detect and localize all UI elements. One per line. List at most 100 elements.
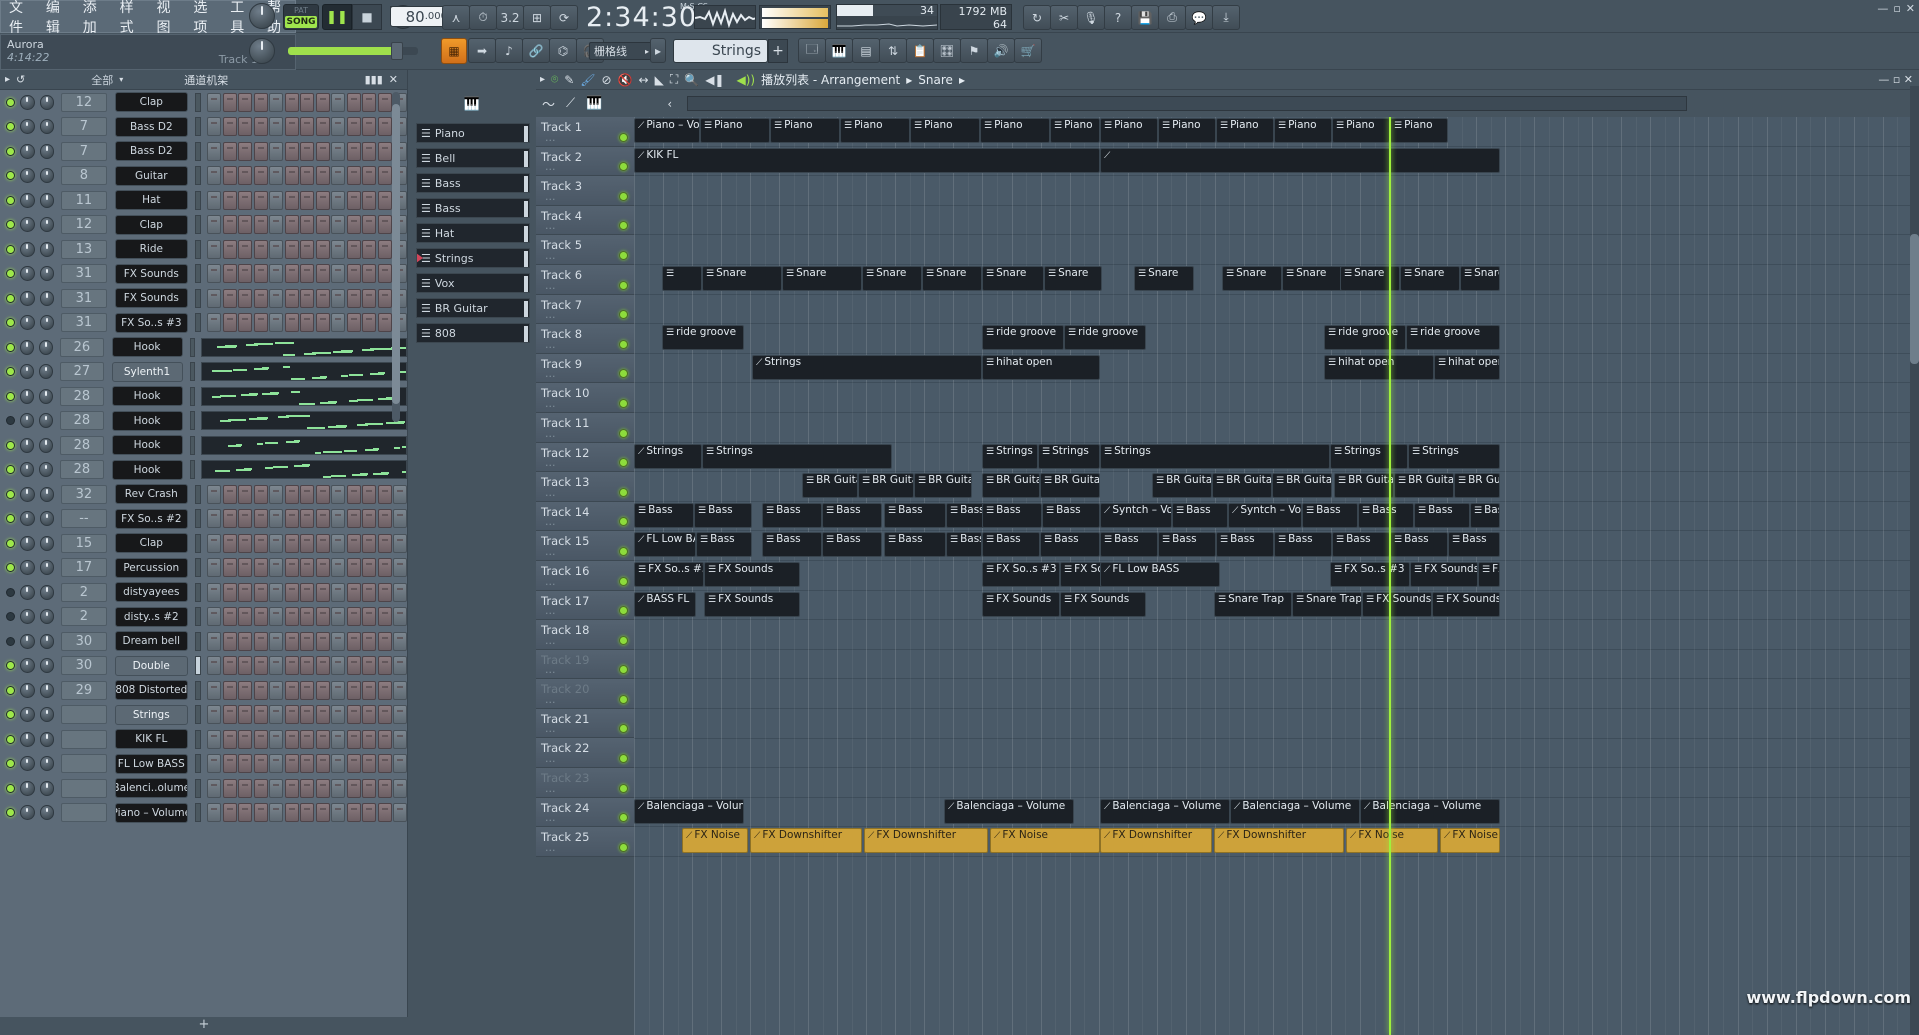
step-button[interactable] <box>377 215 392 235</box>
volume-knob[interactable] <box>39 731 55 747</box>
playlist-row[interactable] <box>634 739 1919 769</box>
playlist-clip[interactable]: ⟋ FL Low BASS <box>1100 562 1220 587</box>
step-button[interactable] <box>207 141 221 161</box>
playlist-track-header[interactable]: Track 8... <box>536 324 634 354</box>
channel-name-button[interactable]: Hook <box>111 337 183 358</box>
channel-led-icon[interactable] <box>6 367 15 377</box>
chevron-down-icon[interactable]: ▾ <box>119 75 123 84</box>
step-button[interactable] <box>222 533 237 553</box>
channel-row[interactable]: 28 Hook <box>0 433 407 458</box>
step-button[interactable] <box>393 631 407 651</box>
step-button[interactable] <box>393 754 407 774</box>
step-button[interactable] <box>315 190 330 210</box>
playlist-clip[interactable]: ☰Bass <box>1358 502 1414 528</box>
step-button[interactable] <box>362 313 376 333</box>
playlist-track-header[interactable]: Track 1... <box>536 117 634 147</box>
step-button[interactable] <box>346 166 361 186</box>
mixer-track-number[interactable]: 7 <box>61 141 107 161</box>
picker-item[interactable]: ☰ Bass <box>416 173 530 193</box>
playlist-row[interactable] <box>634 768 1919 798</box>
playlist-clip[interactable]: ☰Bass <box>884 502 946 528</box>
channel-name-button[interactable]: Piano – Volume <box>114 802 189 823</box>
step-button[interactable] <box>315 778 330 798</box>
playlist-clip[interactable]: ☰Bass <box>946 532 982 558</box>
track-enable-led-icon[interactable] <box>619 665 628 675</box>
step-button[interactable] <box>377 656 392 676</box>
step-sequencer[interactable] <box>207 484 407 504</box>
channel-row[interactable]: 30 Double <box>0 654 407 679</box>
close-rack-icon[interactable]: ✕ <box>389 73 398 86</box>
channel-row[interactable]: 12 Clap <box>0 213 407 238</box>
step-sequencer[interactable] <box>207 582 407 602</box>
step-button[interactable] <box>284 631 299 651</box>
step-button[interactable] <box>331 705 345 725</box>
playlist-clip[interactable]: ☰Snare <box>862 266 922 291</box>
mixer-track-number[interactable]: 8 <box>61 166 107 186</box>
channel-name-button[interactable]: Hook <box>111 386 183 407</box>
playlist-clip[interactable]: ⟋ FX Downshifter <box>750 828 862 854</box>
playlist-clip[interactable]: ⟋ <box>1100 147 1500 173</box>
playlist-track-header[interactable]: Track 20... <box>536 679 634 709</box>
playlist-track-headers[interactable]: Track 1... Track 2... Track 3... Track 4...… <box>536 117 634 1035</box>
step-button[interactable] <box>300 509 314 529</box>
playlist-clip[interactable]: ☰Bass <box>1172 502 1228 528</box>
filter-label[interactable]: 全部 <box>91 72 113 88</box>
channel-led-icon[interactable] <box>6 636 15 646</box>
step-button[interactable] <box>315 607 330 627</box>
channel-row[interactable]: 27 Sylenth1 <box>0 360 407 385</box>
step-button[interactable] <box>222 92 237 112</box>
volume-knob[interactable] <box>39 511 55 527</box>
step-button[interactable] <box>346 190 361 210</box>
playlist-clip[interactable]: ☰ Piano <box>770 118 840 143</box>
step-button[interactable] <box>253 729 268 749</box>
channel-name-button[interactable]: Rev Crash <box>114 484 189 505</box>
track-enable-led-icon[interactable] <box>619 398 628 408</box>
playlist-clip[interactable]: ☰ Piano <box>700 118 770 143</box>
menu-item-file[interactable]: 文件 <box>7 0 37 38</box>
playlist-row[interactable] <box>634 383 1919 413</box>
step-button[interactable] <box>284 680 299 700</box>
channel-row[interactable]: 31 FX Sounds <box>0 262 407 287</box>
step-button[interactable] <box>284 656 299 676</box>
step-button[interactable] <box>331 582 345 602</box>
pattern-mode-button[interactable]: ▦ <box>441 38 467 64</box>
mixer-track-number[interactable] <box>61 729 107 749</box>
step-button[interactable] <box>331 313 345 333</box>
step-button[interactable] <box>331 92 345 112</box>
mixer-track-number[interactable]: 2 <box>61 607 107 627</box>
volume-knob[interactable] <box>39 805 55 821</box>
step-sequencer[interactable] <box>207 533 407 553</box>
playlist-track-header[interactable]: Track 13... <box>536 472 634 502</box>
channel-led-icon[interactable] <box>6 122 15 132</box>
channel-name-button[interactable]: FL Low BASS <box>114 753 189 774</box>
step-button[interactable] <box>315 729 330 749</box>
browser-toggle-button[interactable]: 📋 <box>906 38 934 63</box>
step-button[interactable] <box>346 778 361 798</box>
step-sequencer[interactable] <box>207 803 407 823</box>
volume-knob[interactable] <box>39 486 55 502</box>
channel-row[interactable]: 31 FX So..s #3 <box>0 311 407 336</box>
step-button[interactable] <box>346 117 361 137</box>
mixer-track-number[interactable]: -- <box>61 509 107 529</box>
pan-knob[interactable] <box>19 217 35 233</box>
channel-led-icon[interactable] <box>6 318 15 328</box>
playlist-clip[interactable]: ☰Snare <box>922 266 982 291</box>
step-button[interactable] <box>331 533 345 553</box>
step-sequencer[interactable] <box>207 656 407 676</box>
step-button[interactable] <box>284 778 299 798</box>
step-button[interactable] <box>269 582 283 602</box>
master-volume-slider[interactable] <box>288 42 418 60</box>
step-button[interactable] <box>238 509 252 529</box>
step-button[interactable] <box>362 680 376 700</box>
step-button[interactable] <box>222 288 237 308</box>
step-button[interactable] <box>284 288 299 308</box>
channel-name-button[interactable]: Bass D2 <box>114 116 189 137</box>
step-button[interactable] <box>300 313 314 333</box>
step-button[interactable] <box>222 509 237 529</box>
playlist-clip[interactable]: ☰ Piano <box>1390 118 1448 143</box>
channel-led-icon[interactable] <box>6 587 15 597</box>
channel-led-icon[interactable] <box>6 97 15 107</box>
step-sequencer[interactable] <box>207 239 407 259</box>
step-button[interactable] <box>331 754 345 774</box>
step-button[interactable] <box>284 264 299 284</box>
